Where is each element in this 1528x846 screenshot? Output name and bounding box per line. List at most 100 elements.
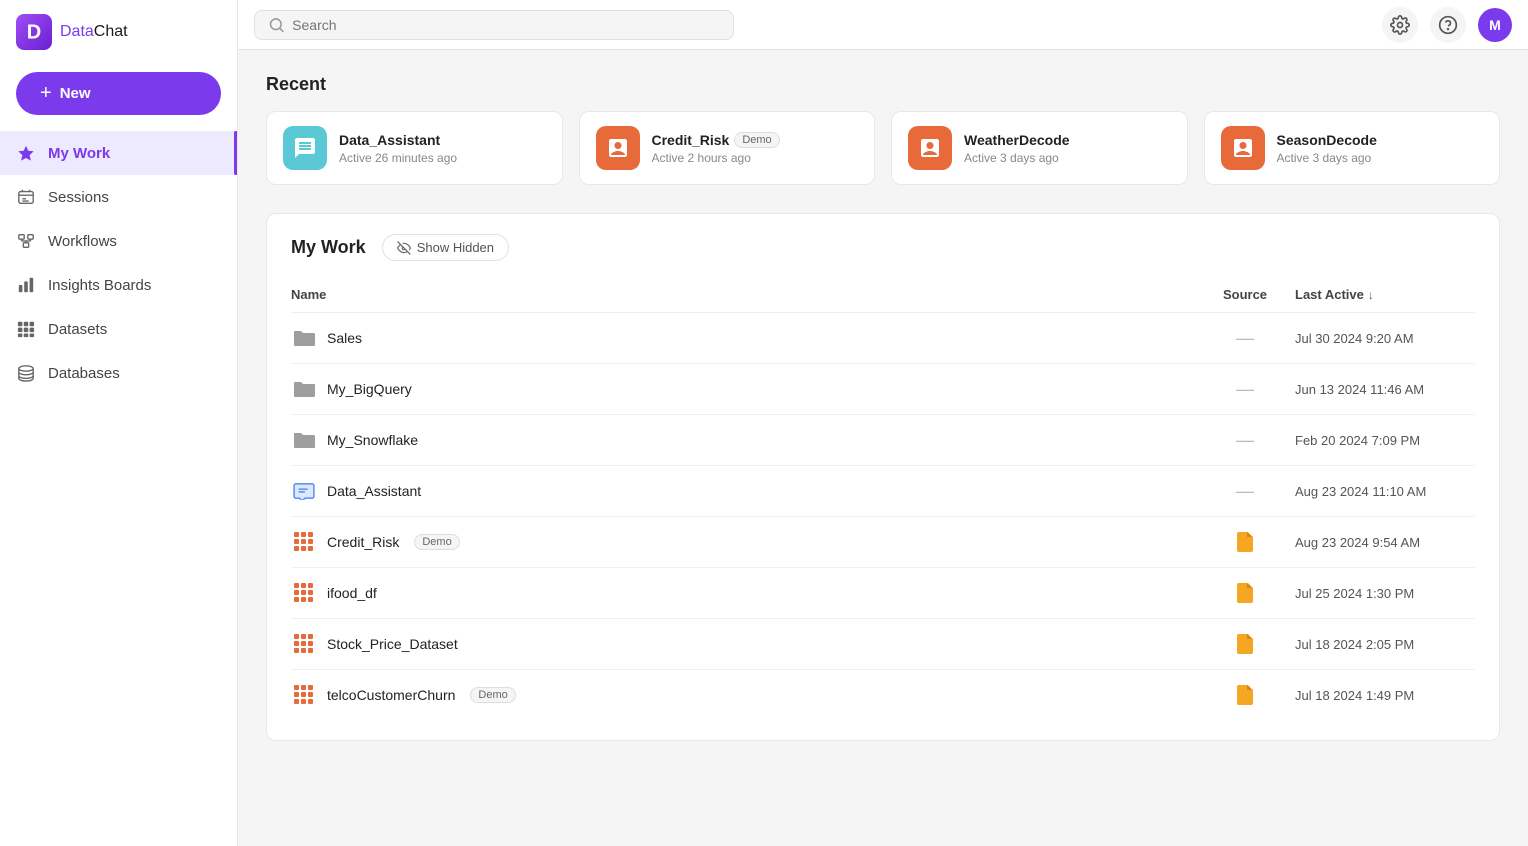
sidebar-item-databases[interactable]: Databases xyxy=(0,351,237,395)
table-row[interactable]: Sales — Jul 30 2024 9:20 AM xyxy=(291,313,1475,364)
card-name: Credit_Risk xyxy=(652,132,730,148)
sort-arrow-icon: ↓ xyxy=(1368,288,1374,302)
row-name-label: ifood_df xyxy=(327,585,377,601)
table-row[interactable]: Credit_Risk Demo Aug 23 2024 9:54 AM xyxy=(291,517,1475,568)
logo: D DataChat xyxy=(0,0,237,64)
session-icon xyxy=(291,478,317,504)
file-icon xyxy=(1237,532,1253,552)
table-row[interactable]: Stock_Price_Dataset Jul 18 2024 2:05 PM xyxy=(291,619,1475,670)
column-name-header: Name xyxy=(291,287,1195,302)
sidebar-item-workflows[interactable]: Workflows xyxy=(0,219,237,263)
row-last-active-cell: Aug 23 2024 9:54 AM xyxy=(1295,535,1475,550)
logo-text: DataChat xyxy=(60,23,128,41)
sidebar-item-my-work[interactable]: My Work xyxy=(0,131,237,175)
recent-card-weather-decode[interactable]: WeatherDecode Active 3 days ago xyxy=(891,111,1188,185)
card-time: Active 3 days ago xyxy=(1277,151,1377,165)
search-bar[interactable] xyxy=(254,10,734,40)
work-table: Name Source Last Active ↓ xyxy=(291,281,1475,720)
card-time: Active 3 days ago xyxy=(964,151,1070,165)
row-source-cell: — xyxy=(1195,379,1295,400)
card-icon-data-assistant xyxy=(283,126,327,170)
row-last-active-cell: Jul 18 2024 1:49 PM xyxy=(1295,688,1475,703)
card-name: Data_Assistant xyxy=(339,132,457,148)
show-hidden-button[interactable]: Show Hidden xyxy=(382,234,509,261)
table-row[interactable]: Data_Assistant — Aug 23 2024 11:10 AM xyxy=(291,466,1475,517)
help-button[interactable] xyxy=(1430,7,1466,43)
recent-cards: Data_Assistant Active 26 minutes ago Cre… xyxy=(266,111,1500,185)
row-last-active-cell: Jul 30 2024 9:20 AM xyxy=(1295,331,1475,346)
sidebar-item-datasets[interactable]: Datasets xyxy=(0,307,237,351)
table-row[interactable]: My_BigQuery — Jun 13 2024 11:46 AM xyxy=(291,364,1475,415)
row-source-cell: — xyxy=(1195,328,1295,349)
row-name-label: Stock_Price_Dataset xyxy=(327,636,458,652)
sessions-icon xyxy=(16,187,36,207)
row-source-cell xyxy=(1195,685,1295,705)
datasets-icon xyxy=(16,319,36,339)
recent-card-season-decode[interactable]: SeasonDecode Active 3 days ago xyxy=(1204,111,1501,185)
search-input[interactable] xyxy=(292,17,719,33)
row-last-active-cell: Feb 20 2024 7:09 PM xyxy=(1295,433,1475,448)
sidebar-item-label: My Work xyxy=(48,145,110,162)
sidebar-item-label: Datasets xyxy=(48,321,107,338)
row-source-cell: — xyxy=(1195,430,1295,451)
card-time: Active 26 minutes ago xyxy=(339,151,457,165)
sidebar-item-sessions[interactable]: Sessions xyxy=(0,175,237,219)
demo-badge: Demo xyxy=(734,132,779,148)
row-source-cell xyxy=(1195,634,1295,654)
file-icon xyxy=(1237,634,1253,654)
gear-icon xyxy=(1390,15,1410,35)
question-icon xyxy=(1438,15,1458,35)
avatar[interactable]: M xyxy=(1478,8,1512,42)
sidebar-item-label: Insights Boards xyxy=(48,277,151,294)
my-work-title: My Work xyxy=(291,237,366,258)
card-name: WeatherDecode xyxy=(964,132,1070,148)
sidebar-item-label: Sessions xyxy=(48,189,109,206)
header-actions: M xyxy=(1382,7,1512,43)
star-icon xyxy=(16,143,36,163)
dataset-icon xyxy=(291,682,317,708)
row-source-cell xyxy=(1195,583,1295,603)
dataset-icon xyxy=(291,631,317,657)
row-name-label: Credit_Risk xyxy=(327,534,399,550)
row-name-label: My_Snowflake xyxy=(327,432,418,448)
table-row[interactable]: telcoCustomerChurn Demo Jul 18 2024 1:49… xyxy=(291,670,1475,720)
settings-button[interactable] xyxy=(1382,7,1418,43)
header: M xyxy=(238,0,1528,50)
row-name-label: Sales xyxy=(327,330,362,346)
sidebar-item-label: Workflows xyxy=(48,233,117,250)
card-icon-weather-decode xyxy=(908,126,952,170)
card-name: SeasonDecode xyxy=(1277,132,1377,148)
table-header: Name Source Last Active ↓ xyxy=(291,281,1475,313)
new-button[interactable]: + New xyxy=(16,72,221,115)
row-source-cell: — xyxy=(1195,481,1295,502)
table-row[interactable]: ifood_df Jul 25 2024 1:30 PM xyxy=(291,568,1475,619)
file-icon xyxy=(1237,685,1253,705)
main-content: M Recent Data_Assistant Active 26 minute… xyxy=(238,0,1528,846)
sidebar-item-insights-boards[interactable]: Insights Boards xyxy=(0,263,237,307)
row-name-label: My_BigQuery xyxy=(327,381,412,397)
insights-boards-icon xyxy=(16,275,36,295)
recent-card-data-assistant[interactable]: Data_Assistant Active 26 minutes ago xyxy=(266,111,563,185)
folder-icon xyxy=(291,325,317,351)
recent-card-credit-risk[interactable]: Credit_Risk Demo Active 2 hours ago xyxy=(579,111,876,185)
recent-title: Recent xyxy=(266,74,1500,95)
row-last-active-cell: Jul 18 2024 2:05 PM xyxy=(1295,637,1475,652)
file-icon xyxy=(1237,583,1253,603)
table-row[interactable]: My_Snowflake — Feb 20 2024 7:09 PM xyxy=(291,415,1475,466)
databases-icon xyxy=(16,363,36,383)
folder-icon xyxy=(291,376,317,402)
sidebar-item-label: Databases xyxy=(48,365,120,382)
folder-icon xyxy=(291,427,317,453)
workflows-icon xyxy=(16,231,36,251)
row-last-active-cell: Jun 13 2024 11:46 AM xyxy=(1295,382,1475,397)
dataset-icon xyxy=(291,529,317,555)
demo-badge: Demo xyxy=(470,687,515,703)
datachat-logo-icon: D xyxy=(16,14,52,50)
row-last-active-cell: Aug 23 2024 11:10 AM xyxy=(1295,484,1475,499)
demo-badge: Demo xyxy=(414,534,459,550)
card-icon-season-decode xyxy=(1221,126,1265,170)
search-icon xyxy=(269,17,284,33)
row-last-active-cell: Jul 25 2024 1:30 PM xyxy=(1295,586,1475,601)
row-source-cell xyxy=(1195,532,1295,552)
my-work-section: My Work Show Hidden Name Source Last Act… xyxy=(266,213,1500,741)
